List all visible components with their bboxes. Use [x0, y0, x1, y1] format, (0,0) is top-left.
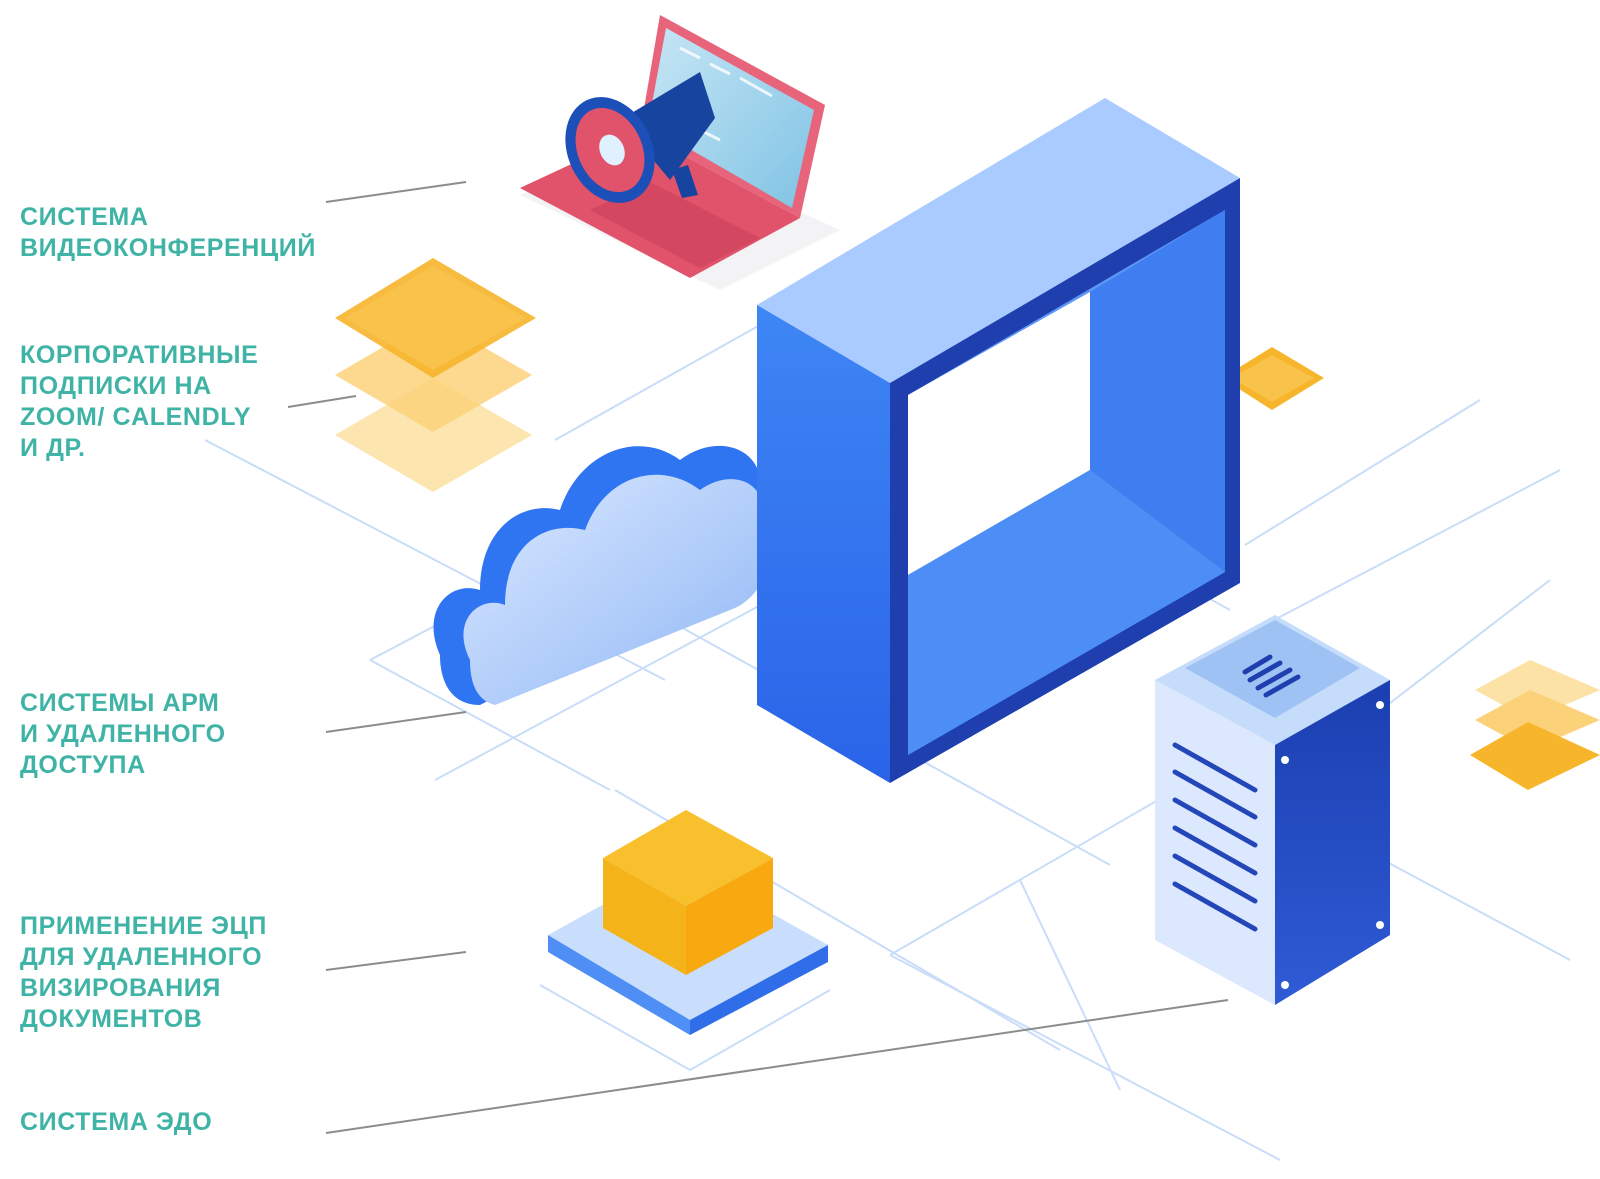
laptop-megaphone-icon	[520, 15, 840, 290]
label-digital-signature: Применение ЭЦП для удаленного визировани…	[20, 912, 267, 1033]
yellow-cube-icon	[548, 810, 828, 1035]
label-edo-system: Система ЭДО	[20, 1108, 213, 1136]
server-rack-icon	[1155, 615, 1390, 1005]
yellow-stack-right-icon	[1470, 660, 1600, 790]
yellow-stack-icon	[335, 258, 536, 492]
cloud-icon	[433, 445, 769, 705]
label-video-conferencing: Система видеоконференций	[20, 203, 316, 262]
label-corporate-subscriptions: Корпоративные подписки на ZOOM/ CALENDLY…	[20, 341, 259, 462]
label-remote-access: Системы АРМ и удаленного доступа	[20, 689, 226, 779]
